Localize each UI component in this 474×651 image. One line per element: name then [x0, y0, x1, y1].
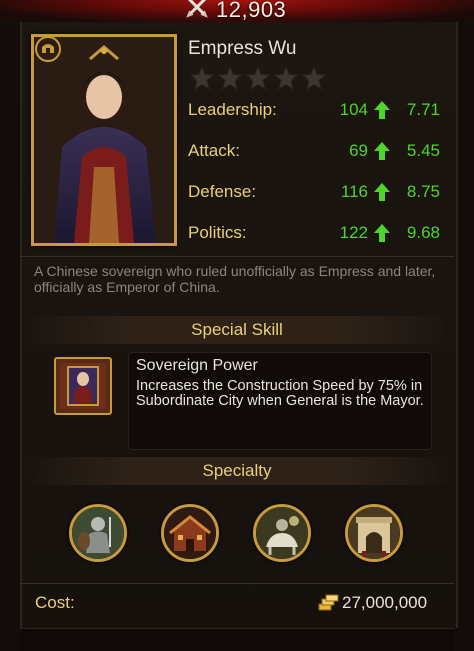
stat-label: Leadership:: [188, 100, 277, 119]
stat-label: Politics:: [188, 223, 247, 242]
stat-value: 122: [339, 223, 368, 242]
stat-value: 116: [340, 182, 368, 201]
general-portrait[interactable]: [31, 34, 177, 246]
stat-row-defense: Defense: 116 8.75: [188, 182, 440, 208]
stat-growth: 7.71: [406, 100, 440, 119]
helmet-badge-icon: [35, 36, 61, 62]
bottom-bar: [20, 628, 454, 651]
star-icon: [302, 66, 326, 90]
general-name: Empress Wu: [188, 38, 297, 59]
stat-value: 69: [349, 141, 368, 160]
star-icon: [218, 66, 242, 90]
power-value: 12,903: [216, 0, 287, 22]
infantry-icon[interactable]: [69, 504, 127, 562]
stat-row-politics: Politics: 122 9.68: [188, 223, 440, 249]
general-bio: A Chinese sovereign who ruled unofficial…: [34, 263, 436, 295]
divider: [20, 583, 454, 584]
stat-row-attack: Attack: 69 5.45: [188, 141, 440, 167]
star-icon: [274, 66, 298, 90]
stat-growth: 9.68: [406, 223, 440, 242]
gold-icon: [318, 594, 339, 611]
star-icon: [246, 66, 270, 90]
up-arrow-icon: [374, 101, 390, 119]
cavalry-icon[interactable]: [253, 504, 311, 562]
stat-growth: 8.75: [406, 182, 440, 201]
cost-label: Cost:: [35, 593, 75, 612]
crossed-swords-icon: [186, 0, 208, 18]
up-arrow-icon: [374, 142, 390, 160]
stat-label: Attack:: [188, 141, 240, 160]
special-skill-header: Special Skill: [20, 316, 454, 344]
star-icon: [190, 66, 214, 90]
cost-value: 27,000,000: [342, 593, 428, 612]
stat-label: Defense:: [188, 182, 257, 201]
sovereign-power-skill-icon[interactable]: [54, 357, 112, 415]
city-gate-icon[interactable]: [345, 504, 403, 562]
building-icon[interactable]: [161, 504, 219, 562]
specialty-header: Specialty: [20, 457, 454, 485]
stat-value: 104: [339, 100, 368, 119]
stat-row-leadership: Leadership: 104 7.71: [188, 100, 440, 126]
star-rating: [190, 66, 326, 90]
stat-growth: 5.45: [406, 141, 440, 160]
divider: [20, 256, 454, 257]
up-arrow-icon: [374, 183, 390, 201]
skill-description: Increases the Construction Speed by 75% …: [136, 378, 424, 409]
up-arrow-icon: [374, 224, 390, 242]
skill-name: Sovereign Power: [136, 357, 258, 374]
